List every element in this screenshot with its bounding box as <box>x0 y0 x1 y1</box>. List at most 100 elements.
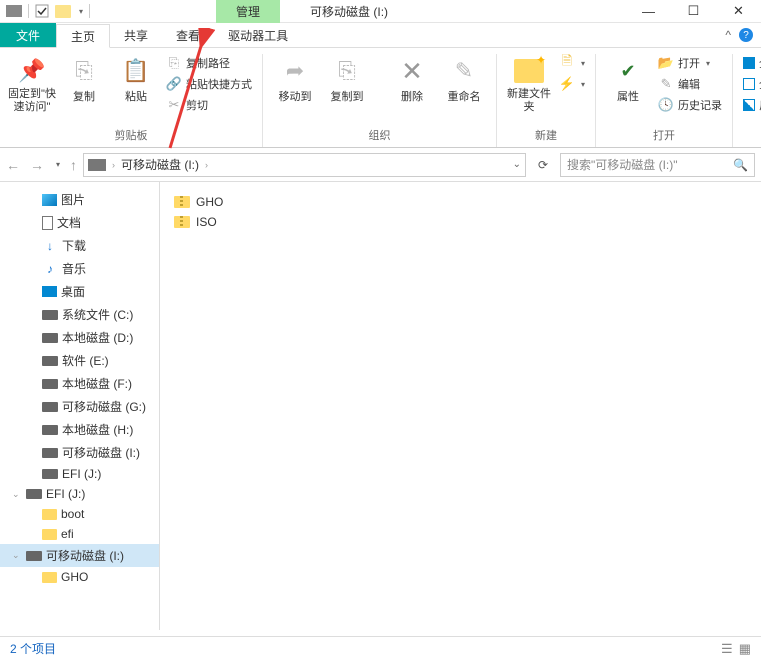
tab-drive-tools[interactable]: 驱动器工具 <box>214 23 302 47</box>
tree-item[interactable]: 可移动磁盘 (G:) <box>0 395 159 418</box>
tree-item[interactable]: EFI (J:) <box>0 464 159 484</box>
label: 复制到 <box>331 88 364 104</box>
copy-to-icon: ⎘ <box>332 56 362 86</box>
cut-button[interactable]: ✂剪切 <box>164 96 254 114</box>
drive-icon <box>42 310 58 320</box>
breadcrumb-arrow[interactable]: › <box>112 160 115 170</box>
drive-icon <box>42 448 58 458</box>
forward-button[interactable]: → <box>30 157 44 173</box>
navigation-pane[interactable]: 图片文档↓下载♪音乐桌面系统文件 (C:)本地磁盘 (D:)软件 (E:)本地磁… <box>0 182 160 630</box>
breadcrumb-arrow[interactable]: › <box>205 160 208 170</box>
checkbox-icon[interactable] <box>35 4 49 18</box>
move-icon: ➦ <box>280 56 310 86</box>
tree-item[interactable]: 文档 <box>0 211 159 234</box>
search-input[interactable]: 搜索"可移动磁盘 (I:)" 🔍 <box>560 153 755 177</box>
edit-button[interactable]: ✎编辑 <box>656 75 724 93</box>
paste-shortcut-button[interactable]: 🔗粘贴快捷方式 <box>164 75 254 93</box>
details-view-icon[interactable]: ☰ <box>721 641 733 657</box>
back-button[interactable]: ← <box>6 157 20 173</box>
tree-item[interactable]: 桌面 <box>0 280 159 303</box>
copy-to-button[interactable]: ⎘ 复制到 <box>323 54 371 104</box>
drive-icon <box>42 333 58 343</box>
drive-icon <box>26 551 42 561</box>
label: 编辑 <box>678 76 700 92</box>
copy-path-button[interactable]: ⎘复制路径 <box>164 54 254 72</box>
up-button[interactable]: ↑ <box>70 157 77 173</box>
label: 删除 <box>401 88 423 104</box>
drive-icon <box>42 379 58 389</box>
easy-access-icon: ⚡ <box>559 76 575 92</box>
help-icon[interactable]: ? <box>739 28 753 42</box>
pin-to-quick-access-button[interactable]: 📌 固定到"快速访问" <box>8 54 56 114</box>
file-list[interactable]: GHOISO <box>160 182 761 630</box>
tree-item[interactable]: 系统文件 (C:) <box>0 303 159 326</box>
icons-view-icon[interactable]: ▦ <box>739 641 751 657</box>
tree-item-label: 图片 <box>61 191 85 208</box>
close-button[interactable]: ✕ <box>716 0 761 23</box>
breadcrumb[interactable]: 可移动磁盘 (I:) <box>121 156 199 173</box>
label: 复制 <box>73 88 95 104</box>
address-bar[interactable]: › 可移动磁盘 (I:) › ⌄ <box>83 153 526 177</box>
select-none-button[interactable]: 全部取消 <box>741 75 761 93</box>
drive-icon <box>42 402 58 412</box>
address-dropdown[interactable]: ⌄ <box>513 159 521 170</box>
label: 粘贴 <box>125 88 147 104</box>
drive-icon <box>26 489 42 499</box>
invert-selection-button[interactable]: 反向选择 <box>741 96 761 114</box>
tree-item[interactable]: 软件 (E:) <box>0 349 159 372</box>
copy-button[interactable]: ⎘ 复制 <box>60 54 108 104</box>
new-item-button[interactable]: 🗎▾ <box>557 54 587 72</box>
tree-item[interactable]: efi <box>0 524 159 544</box>
tree-item[interactable]: GHO <box>0 567 159 587</box>
minimize-button[interactable]: — <box>626 0 671 23</box>
tree-item-label: 系统文件 (C:) <box>62 306 133 323</box>
file-item[interactable]: ISO <box>174 212 747 232</box>
ribbon-group-organize: ➦ 移动到 ⎘ 复制到 ✕ 删除 ✎ 重命名 组织 <box>263 54 497 147</box>
window-title: 可移动磁盘 (I:) <box>310 3 388 20</box>
collapse-ribbon-button[interactable]: ^ <box>725 28 731 42</box>
easy-access-button[interactable]: ⚡▾ <box>557 75 587 93</box>
tree-item[interactable]: 本地磁盘 (F:) <box>0 372 159 395</box>
tab-file[interactable]: 文件 <box>0 23 56 47</box>
rename-button[interactable]: ✎ 重命名 <box>440 54 488 104</box>
tree-item[interactable]: 可移动磁盘 (I:) <box>0 441 159 464</box>
title-bar: ▾ 管理 可移动磁盘 (I:) — ☐ ✕ <box>0 0 761 23</box>
file-item[interactable]: GHO <box>174 192 747 212</box>
tree-item[interactable]: 本地磁盘 (H:) <box>0 418 159 441</box>
tree-item[interactable]: 本地磁盘 (D:) <box>0 326 159 349</box>
pictures-icon <box>42 194 57 206</box>
label: 复制路径 <box>186 55 230 71</box>
tree-item[interactable]: ♪音乐 <box>0 257 159 280</box>
history-dropdown[interactable]: ▾ <box>56 160 60 169</box>
tab-home[interactable]: 主页 <box>56 24 110 48</box>
manage-context-tab[interactable]: 管理 <box>216 0 280 23</box>
paste-button[interactable]: 📋 粘贴 <box>112 54 160 104</box>
expand-toggle[interactable]: ⌄ <box>12 550 22 561</box>
tab-view[interactable]: 查看 <box>162 23 214 47</box>
move-to-button[interactable]: ➦ 移动到 <box>271 54 319 104</box>
ribbon-group-clipboard: 📌 固定到"快速访问" ⎘ 复制 📋 粘贴 ⎘复制路径 🔗粘贴快捷方式 ✂剪切 … <box>0 54 263 147</box>
qat-dropdown[interactable]: ▾ <box>79 7 83 16</box>
open-button[interactable]: 📂打开▾ <box>656 54 724 72</box>
tree-item[interactable]: ⌄可移动磁盘 (I:) <box>0 544 159 567</box>
history-button[interactable]: 🕓历史记录 <box>656 96 724 114</box>
cut-icon: ✂ <box>166 97 182 113</box>
folder-icon <box>174 196 190 208</box>
expand-toggle[interactable]: ⌄ <box>12 489 22 500</box>
select-all-button[interactable]: 全部选择 <box>741 54 761 72</box>
tree-item[interactable]: boot <box>0 504 159 524</box>
delete-button[interactable]: ✕ 删除 <box>388 54 436 104</box>
maximize-button[interactable]: ☐ <box>671 0 716 23</box>
tree-item-label: 本地磁盘 (D:) <box>62 329 133 346</box>
refresh-button[interactable]: ⟳ <box>532 154 554 176</box>
tree-item[interactable]: 图片 <box>0 188 159 211</box>
properties-button[interactable]: ✔ 属性 <box>604 54 652 104</box>
folder-icon[interactable] <box>55 5 71 18</box>
tab-share[interactable]: 共享 <box>110 23 162 47</box>
tree-item[interactable]: ↓下载 <box>0 234 159 257</box>
new-folder-button[interactable]: 新建文件夹 <box>505 54 553 114</box>
tree-item-label: 音乐 <box>62 260 86 277</box>
label: 重命名 <box>448 88 481 104</box>
tree-item[interactable]: ⌄EFI (J:) <box>0 484 159 504</box>
tree-item-label: GHO <box>61 570 88 584</box>
